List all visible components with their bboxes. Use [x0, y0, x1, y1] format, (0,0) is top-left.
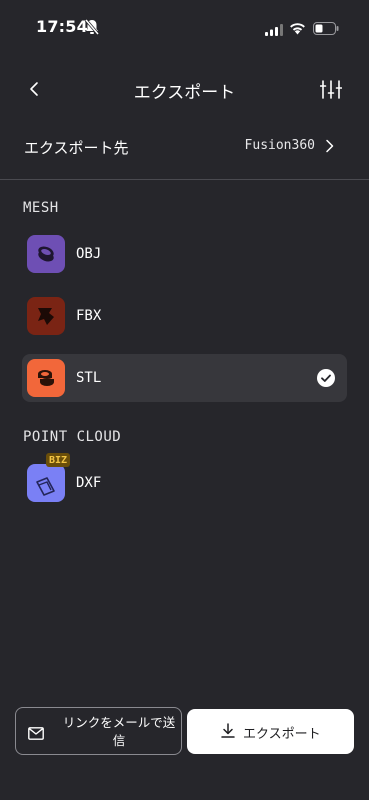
dxf-format-icon	[27, 464, 65, 502]
wifi-icon	[289, 20, 306, 39]
format-item-dxf[interactable]: BIZ DXF	[22, 453, 347, 507]
export-destination-row[interactable]: エクスポート先 Fusion360	[0, 122, 369, 168]
send-link-email-button[interactable]: リンクをメールで送信	[15, 707, 182, 755]
format-label: DXF	[76, 475, 102, 491]
format-label: FBX	[76, 308, 102, 324]
obj-format-icon	[27, 235, 65, 273]
destination-label: エクスポート先	[24, 139, 129, 157]
settings-button[interactable]	[319, 78, 343, 100]
fbx-format-icon	[27, 297, 65, 335]
point-cloud-section-title: POINT CLOUD	[23, 429, 122, 445]
format-label: STL	[76, 370, 102, 386]
chevron-right-icon	[325, 138, 335, 157]
format-item-fbx[interactable]: FBX	[22, 292, 347, 340]
sliders-icon	[319, 80, 343, 99]
format-label: OBJ	[76, 246, 102, 262]
format-item-obj[interactable]: OBJ	[22, 230, 347, 278]
download-icon	[221, 723, 235, 742]
bell-off-icon	[84, 19, 100, 39]
format-item-stl[interactable]: STL	[22, 354, 347, 402]
page-title: エクスポート	[133, 83, 236, 103]
mesh-section-title: MESH	[23, 200, 59, 216]
export-button[interactable]: エクスポート	[187, 709, 354, 754]
biz-badge: BIZ	[46, 453, 71, 467]
divider	[0, 179, 369, 180]
stl-format-icon	[27, 359, 65, 397]
battery-icon	[313, 20, 339, 39]
destination-value: Fusion360	[244, 138, 315, 153]
send-link-email-label: リンクをメールで送信	[62, 715, 176, 748]
check-icon	[317, 369, 335, 387]
signal-icon	[265, 21, 283, 40]
export-button-label: エクスポート	[243, 727, 321, 742]
status-time: 17:54	[36, 17, 88, 36]
status-bar: 17:54	[0, 0, 369, 52]
mail-icon	[28, 725, 44, 744]
